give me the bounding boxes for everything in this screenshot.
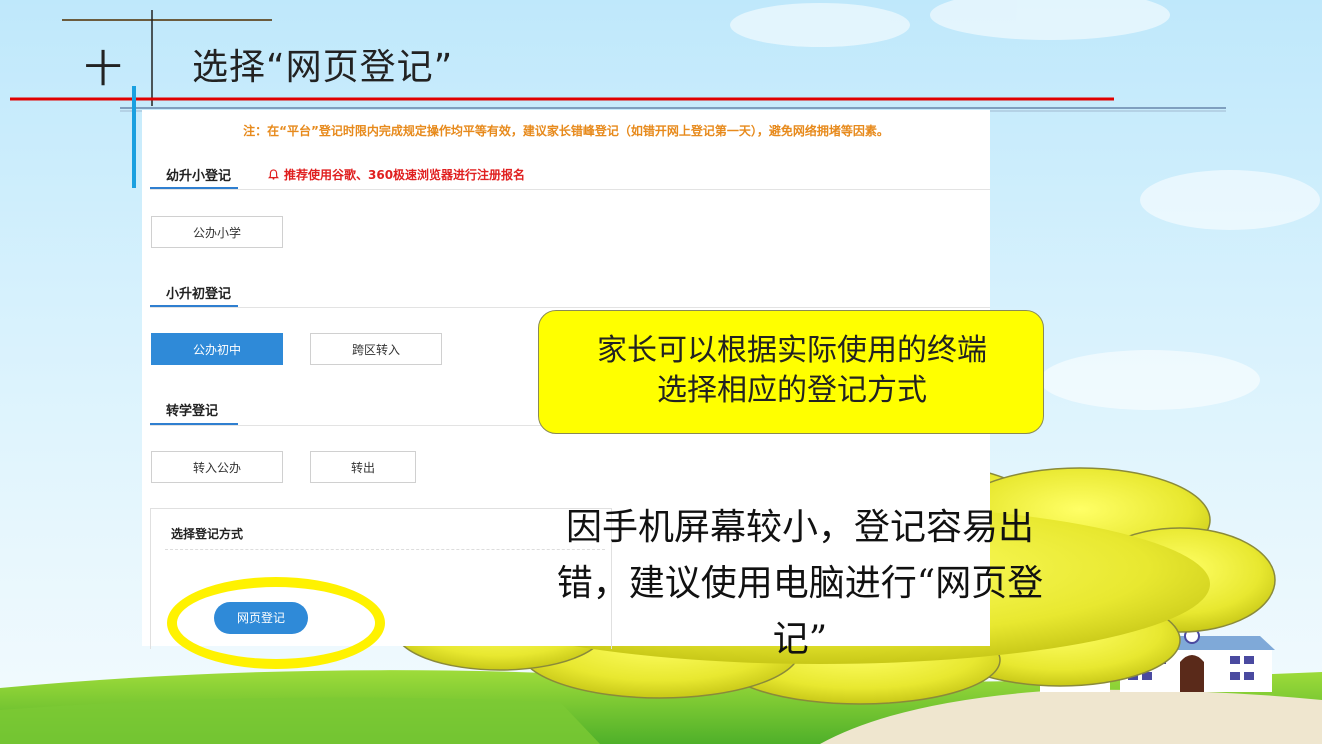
callout-box: 家长可以根据实际使用的终端 选择相应的登记方式 (538, 310, 1044, 434)
slide-title: 选择“网页登记” (192, 47, 454, 88)
public-primary-button[interactable]: 公办小学 (151, 216, 283, 248)
public-junior-button[interactable]: 公办初中 (151, 333, 283, 365)
section-title-transfer: 转学登记 (166, 404, 219, 419)
section-title-junior: 小升初登记 (166, 287, 232, 302)
browser-recommendation: 推荐使用谷歌、360极速浏览器进行注册报名 (268, 166, 525, 183)
slide: 十 选择“网页登记” 注：在“平台”登记时限内完成规定操作均平等有效，建议家长错… (0, 0, 1322, 744)
choose-method-title: 选择登记方式 (171, 527, 244, 541)
transfer-out-button[interactable]: 转出 (310, 451, 416, 483)
cloud-text: 因手机屏幕较小，登记容易出 错，建议使用电脑进行“网页登 记” (470, 500, 1130, 668)
cloud-line-1: 因手机屏幕较小，登记容易出 (565, 507, 1034, 548)
bell-icon (268, 169, 279, 180)
section-divider (150, 189, 990, 190)
slide-number: 十 (84, 47, 123, 91)
notice-text: 注：在“平台”登记时限内完成规定操作均平等有效，建议家长错峰登记（如错开网上登记… (243, 124, 889, 138)
highlight-ring (167, 577, 385, 669)
cross-district-button[interactable]: 跨区转入 (310, 333, 442, 365)
cloud-line-3: 记” (772, 619, 828, 660)
callout-text: 家长可以根据实际使用的终端 选择相应的登记方式 (539, 331, 1045, 411)
transfer-in-button[interactable]: 转入公办 (151, 451, 283, 483)
callout-line-1: 家长可以根据实际使用的终端 (597, 333, 987, 368)
section-title-primary: 幼升小登记 (166, 169, 232, 184)
cloud-line-2: 错，建议使用电脑进行“网页登 (556, 563, 1044, 604)
recommend-text: 推荐使用谷歌、360极速浏览器进行注册报名 (284, 168, 526, 182)
section-divider (150, 307, 990, 308)
callout-line-2: 选择相应的登记方式 (657, 373, 927, 408)
